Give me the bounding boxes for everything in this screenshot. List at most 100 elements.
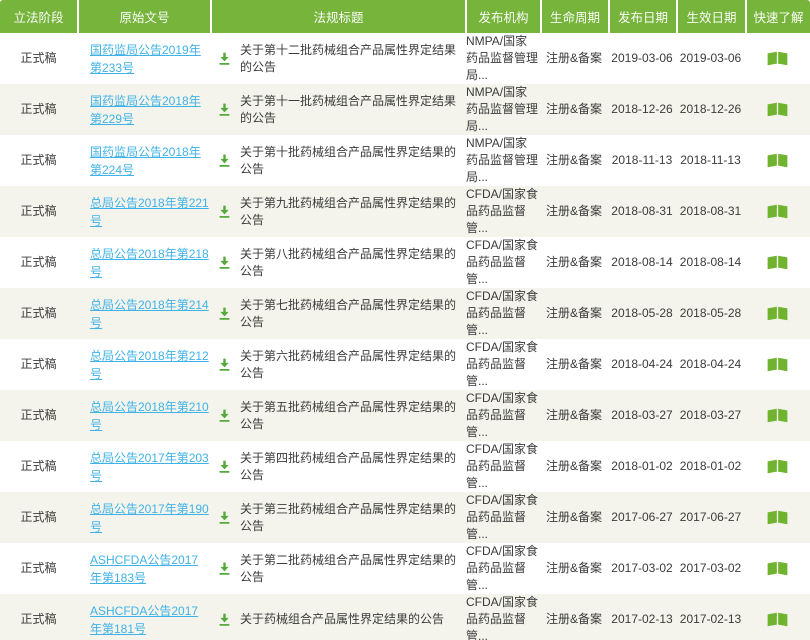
download-icon[interactable] <box>218 103 231 116</box>
download-icon[interactable] <box>218 358 231 371</box>
lifecycle-cell: 注册&备案 <box>540 288 608 339</box>
effective-date-cell: 2018-08-31 <box>676 186 745 237</box>
lifecycle-label: 注册&备案 <box>546 254 602 271</box>
doc-number-link[interactable]: ASHCFDA公告2017年第181号 <box>90 602 210 638</box>
table-row: 正式稿 总局公告2018年第218号 关于第八批药械组合产品属性界定结果的公告 … <box>0 237 810 288</box>
doc-number-link[interactable]: 总局公告2017年第190号 <box>90 500 210 536</box>
open-book-icon[interactable] <box>766 305 789 322</box>
regulation-title: 关于第九批药械组合产品属性界定结果的公告 <box>240 195 465 229</box>
effective-date-cell: 2017-03-02 <box>676 543 745 594</box>
regulation-title: 关于第六批药械组合产品属性界定结果的公告 <box>240 348 465 382</box>
download-icon[interactable] <box>218 511 231 524</box>
doc-number-link[interactable]: 总局公告2017年第203号 <box>90 449 210 485</box>
doc-number-link[interactable]: 总局公告2018年第218号 <box>90 245 210 281</box>
quick-view-cell <box>745 186 810 237</box>
stage-cell: 正式稿 <box>0 492 77 543</box>
open-book-icon[interactable] <box>766 407 789 424</box>
download-icon[interactable] <box>218 460 231 473</box>
stage-label: 正式稿 <box>20 458 56 475</box>
publish-date: 2018-01-02 <box>611 458 672 475</box>
effective-date: 2018-12-26 <box>680 101 741 118</box>
doc-number-cell: 国药监局公告2018年第224号 <box>77 135 210 186</box>
title-cell: 关于第十批药械组合产品属性界定结果的公告 <box>210 135 465 186</box>
open-book-icon[interactable] <box>766 611 789 628</box>
stage-label: 正式稿 <box>20 560 56 577</box>
doc-number-link[interactable]: 国药监局公告2019年第233号 <box>90 41 210 77</box>
download-icon[interactable] <box>218 256 231 269</box>
publish-date: 2018-08-31 <box>611 203 672 220</box>
doc-number-link[interactable]: 总局公告2018年第212号 <box>90 347 210 383</box>
table-row: 正式稿 总局公告2018年第210号 关于第五批药械组合产品属性界定结果的公告 … <box>0 390 810 441</box>
publish-date-cell: 2018-08-31 <box>608 186 676 237</box>
col-header-regulation-title: 法规标题 <box>210 0 465 33</box>
title-cell: 关于第三批药械组合产品属性界定结果的公告 <box>210 492 465 543</box>
download-icon[interactable] <box>218 52 231 65</box>
agency-cell: CFDA/国家食品药品监督管... <box>465 288 540 339</box>
table-row: 正式稿 ASHCFDA公告2017年第183号 关于第二批药械组合产品属性界定结… <box>0 543 810 594</box>
download-icon[interactable] <box>218 613 231 626</box>
agency-cell: CFDA/国家食品药品监督管... <box>465 237 540 288</box>
doc-number-cell: 总局公告2018年第210号 <box>77 390 210 441</box>
effective-date: 2018-08-14 <box>680 254 741 271</box>
table-body: 正式稿 国药监局公告2019年第233号 关于第十二批药械组合产品属性界定结果的… <box>0 33 810 640</box>
publish-date: 2017-03-02 <box>611 560 672 577</box>
quick-view-cell <box>745 288 810 339</box>
title-cell: 关于第四批药械组合产品属性界定结果的公告 <box>210 441 465 492</box>
publish-date-cell: 2018-05-28 <box>608 288 676 339</box>
regulation-title: 关于第十批药械组合产品属性界定结果的公告 <box>240 144 465 178</box>
doc-number-link[interactable]: ASHCFDA公告2017年第183号 <box>90 551 210 587</box>
lifecycle-cell: 注册&备案 <box>540 33 608 84</box>
lifecycle-label: 注册&备案 <box>546 305 602 322</box>
effective-date: 2018-05-28 <box>680 305 741 322</box>
open-book-icon[interactable] <box>766 101 789 118</box>
publish-date-cell: 2018-04-24 <box>608 339 676 390</box>
title-cell: 关于第八批药械组合产品属性界定结果的公告 <box>210 237 465 288</box>
lifecycle-cell: 注册&备案 <box>540 441 608 492</box>
download-icon[interactable] <box>218 562 231 575</box>
stage-label: 正式稿 <box>20 254 56 271</box>
regulation-title: 关于第八批药械组合产品属性界定结果的公告 <box>240 246 465 280</box>
stage-cell: 正式稿 <box>0 543 77 594</box>
download-icon[interactable] <box>218 154 231 167</box>
lifecycle-label: 注册&备案 <box>546 560 602 577</box>
doc-number-link[interactable]: 总局公告2018年第210号 <box>90 398 210 434</box>
stage-label: 正式稿 <box>20 101 56 118</box>
open-book-icon[interactable] <box>766 560 789 577</box>
lifecycle-cell: 注册&备案 <box>540 237 608 288</box>
doc-number-link[interactable]: 总局公告2018年第221号 <box>90 194 210 230</box>
effective-date-cell: 2017-02-13 <box>676 594 745 640</box>
download-icon[interactable] <box>218 409 231 422</box>
table-row: 正式稿 总局公告2017年第203号 关于第四批药械组合产品属性界定结果的公告 … <box>0 441 810 492</box>
quick-view-cell <box>745 237 810 288</box>
regulation-title: 关于药械组合产品属性界定结果的公告 <box>240 611 465 628</box>
open-book-icon[interactable] <box>766 509 789 526</box>
col-header-lifecycle: 生命周期 <box>540 0 608 33</box>
agency-label: CFDA/国家食品药品监督管... <box>465 543 539 594</box>
download-icon[interactable] <box>218 205 231 218</box>
title-cell: 关于第六批药械组合产品属性界定结果的公告 <box>210 339 465 390</box>
publish-date: 2018-04-24 <box>611 356 672 373</box>
doc-number-link[interactable]: 国药监局公告2018年第224号 <box>90 143 210 179</box>
effective-date: 2018-01-02 <box>680 458 741 475</box>
agency-cell: CFDA/国家食品药品监督管... <box>465 390 540 441</box>
doc-number-link[interactable]: 国药监局公告2018年第229号 <box>90 92 210 128</box>
open-book-icon[interactable] <box>766 254 789 271</box>
open-book-icon[interactable] <box>766 458 789 475</box>
open-book-icon[interactable] <box>766 50 789 67</box>
regulation-title: 关于第七批药械组合产品属性界定结果的公告 <box>240 297 465 331</box>
download-icon[interactable] <box>218 307 231 320</box>
regulation-title: 关于第五批药械组合产品属性界定结果的公告 <box>240 399 465 433</box>
open-book-icon[interactable] <box>766 152 789 169</box>
table-row: 正式稿 总局公告2018年第212号 关于第六批药械组合产品属性界定结果的公告 … <box>0 339 810 390</box>
stage-cell: 正式稿 <box>0 237 77 288</box>
table-header-row: 立法阶段 原始文号 法规标题 发布机构 生命周期 发布日期 生效日期 快速了解 <box>0 0 810 33</box>
open-book-icon[interactable] <box>766 356 789 373</box>
agency-cell: NMPA/国家药品监督管理局... <box>465 33 540 84</box>
doc-number-cell: 总局公告2018年第221号 <box>77 186 210 237</box>
lifecycle-label: 注册&备案 <box>546 152 602 169</box>
open-book-icon[interactable] <box>766 203 789 220</box>
doc-number-link[interactable]: 总局公告2018年第214号 <box>90 296 210 332</box>
agency-cell: CFDA/国家食品药品监督管... <box>465 339 540 390</box>
publish-date-cell: 2018-01-02 <box>608 441 676 492</box>
regulation-title: 关于第十二批药械组合产品属性界定结果的公告 <box>240 42 465 76</box>
